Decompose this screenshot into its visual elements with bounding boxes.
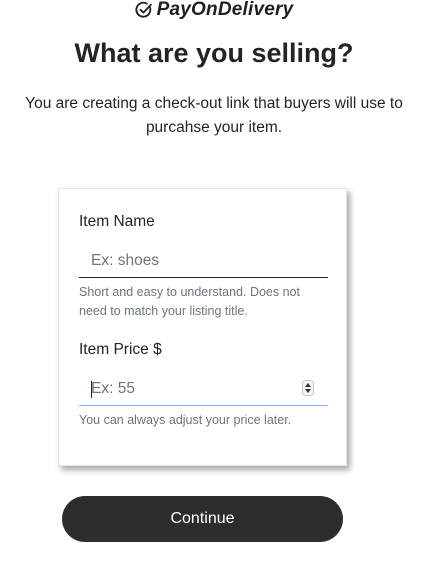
- item-price-label: Item Price $: [79, 341, 162, 358]
- brand-name: PayOnDelivery: [156, 0, 294, 20]
- number-spinner[interactable]: [302, 380, 314, 396]
- check-circle-icon: [135, 1, 153, 19]
- spin-up-icon[interactable]: [305, 383, 311, 387]
- item-form-card: Item Name Short and easy to understand. …: [58, 188, 347, 466]
- spin-down-icon[interactable]: [305, 389, 311, 393]
- page-subtitle: You are creating a check-out link that b…: [25, 95, 403, 136]
- item-name-label: Item Name: [79, 213, 155, 230]
- text-caret: [91, 381, 92, 398]
- page-title: What are you selling?: [74, 38, 354, 68]
- continue-button[interactable]: Continue: [62, 496, 343, 542]
- brand-logo: PayOnDelivery: [0, 0, 428, 22]
- page: PayOnDelivery What are you selling? You …: [0, 0, 428, 580]
- item-name-input[interactable]: [79, 244, 328, 278]
- item-price-input[interactable]: [79, 372, 328, 406]
- item-name-help: Short and easy to understand. Does not n…: [79, 285, 300, 318]
- item-price-help: You can always adjust your price later.: [79, 413, 292, 427]
